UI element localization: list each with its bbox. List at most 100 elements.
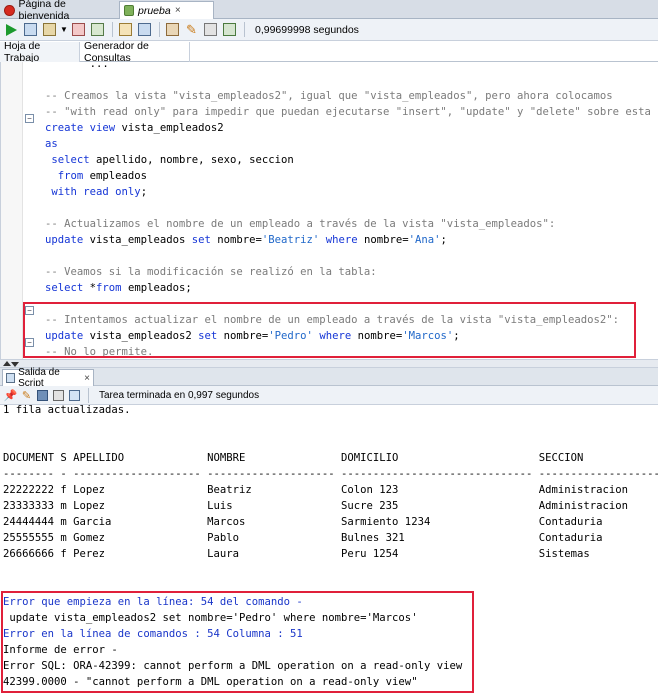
code-token: from: [57, 170, 84, 182]
rollback-button[interactable]: [70, 21, 87, 38]
pin-button[interactable]: 📌: [4, 389, 18, 402]
fold-toggle-icon[interactable]: −: [25, 114, 34, 123]
code-token: as: [45, 138, 58, 150]
clear-button[interactable]: ✎: [183, 21, 200, 38]
code-comment: -- Actualizamos el nombre de un empleado…: [45, 218, 556, 230]
database-connection-icon: [124, 5, 134, 16]
oracle-icon: [4, 4, 15, 16]
tuning-icon: [138, 23, 151, 36]
worksheet-subtabs: Hoja de Trabajo Generador de Consultas: [0, 40, 658, 64]
print-button[interactable]: [52, 389, 65, 402]
eraser-icon: ✎: [186, 21, 197, 37]
code-token: update: [45, 234, 84, 246]
rollback-icon: [72, 23, 85, 36]
code-line: create view vista_empleados2: [45, 120, 651, 136]
sql-tuning-button[interactable]: [136, 21, 153, 38]
unshared-sql-button[interactable]: [164, 21, 181, 38]
elapsed-time: 0,99699998 segundos: [255, 23, 359, 36]
document-tab-bar: Página de bienvenida prueba ×: [0, 0, 658, 22]
tab-prueba[interactable]: prueba ×: [119, 1, 214, 19]
code-token: 'Ana': [408, 234, 441, 246]
code-token: vista_empleados2: [115, 122, 224, 134]
autotrace-icon: [91, 23, 104, 36]
format-icon: [223, 23, 236, 36]
output-line: 1 fila actualizadas.: [3, 405, 131, 416]
code-token: with read only: [51, 186, 141, 198]
run-statement-button[interactable]: [3, 21, 20, 38]
output-line: 23333333 m Lopez Luis Sucre 235 Administ…: [3, 500, 629, 512]
chevron-down-icon: ▼: [60, 25, 68, 34]
output-line: 25555555 m Gomez Pablo Bulnes 321 Contad…: [3, 532, 603, 544]
tab-welcome-page[interactable]: Página de bienvenida: [0, 0, 118, 22]
document-icon: [69, 389, 80, 401]
code-token: apellido, nombre, sexo, seccion: [89, 154, 294, 166]
run-script-button[interactable]: [22, 21, 39, 38]
run-icon: [6, 23, 17, 36]
sql-editor[interactable]: − − − ... -- Creamos la vista "vista_emp…: [0, 62, 658, 359]
tab-script-output[interactable]: Salida de Script ×: [2, 367, 94, 389]
code-token: select: [45, 282, 84, 294]
commit-button[interactable]: [41, 21, 58, 38]
close-icon[interactable]: ×: [84, 373, 90, 384]
code-token: from: [96, 282, 122, 294]
code-token: nombre=: [210, 234, 262, 246]
code-line: select *from empleados;: [45, 280, 651, 296]
dropdown-button[interactable]: ▼: [60, 21, 68, 38]
format-button[interactable]: [221, 21, 238, 38]
tab-label: prueba: [138, 4, 171, 17]
code-token: ;: [440, 234, 447, 246]
code-line: -- "with read only" para impedir que pue…: [45, 104, 651, 120]
code-line: update vista_empleados set nombre='Beatr…: [45, 232, 651, 248]
output-line: 24444444 m Garcia Marcos Sarmiento 1234 …: [3, 516, 603, 528]
editor-gutter: [1, 62, 23, 359]
script-output-area[interactable]: 1 fila actualizadas. DOCUMENT S APELLIDO …: [0, 405, 658, 696]
script-icon: [24, 23, 37, 36]
commit-icon: [43, 23, 56, 36]
code-token: nombre=: [357, 234, 409, 246]
code-line: from empleados: [45, 168, 651, 184]
tab-query-builder[interactable]: Generador de Consultas: [80, 40, 190, 64]
explain-icon: [119, 23, 132, 36]
save-button[interactable]: [36, 389, 49, 402]
close-icon[interactable]: ×: [175, 5, 181, 16]
code-token: where: [325, 234, 358, 246]
code-token: set: [191, 234, 211, 246]
split-pane-divider[interactable]: [0, 359, 658, 368]
tab-worksheet[interactable]: Hoja de Trabajo: [0, 40, 80, 64]
worksheet-toolbar: ▼ ✎ 0,99699998 segundos: [0, 19, 658, 41]
autotrace-button[interactable]: [89, 21, 106, 38]
script-output-icon: [6, 373, 16, 383]
code-line: -- Creamos la vista "vista_empleados2", …: [45, 88, 651, 104]
toolbar-divider: [159, 22, 160, 37]
output-line: DOCUMENT S APELLIDO NOMBRE DOMICILIO SEC…: [3, 452, 584, 464]
output-tab-bar: Salida de Script ×: [0, 367, 658, 389]
code-line: with read only;: [45, 184, 651, 200]
highlight-box: [23, 302, 636, 358]
eraser-icon: ✎: [21, 389, 32, 402]
collapse-up-icon[interactable]: [3, 361, 11, 366]
print-icon: [53, 389, 64, 401]
toolbar-divider: [244, 22, 245, 37]
clear-output-button[interactable]: ✎: [20, 389, 33, 402]
history-button[interactable]: [202, 21, 219, 38]
open-button[interactable]: [68, 389, 81, 402]
task-status: Tarea terminada en 0,997 segundos: [99, 389, 260, 401]
explain-plan-button[interactable]: [117, 21, 134, 38]
code-line: -- Veamos si la modificación se realizó …: [45, 264, 651, 280]
code-line: -- Actualizamos el nombre de un empleado…: [45, 216, 651, 232]
toolbar-divider: [112, 22, 113, 37]
code-token: select: [51, 154, 90, 166]
toolbar-divider: [88, 387, 89, 403]
code-line: as: [45, 136, 651, 152]
highlight-box: [1, 591, 474, 693]
code-token: create view: [45, 122, 116, 134]
code-token: vista_empleados: [83, 234, 192, 246]
output-line: 22222222 f Lopez Beatriz Colon 123 Admin…: [3, 484, 629, 496]
code-token: empleados: [83, 170, 148, 182]
